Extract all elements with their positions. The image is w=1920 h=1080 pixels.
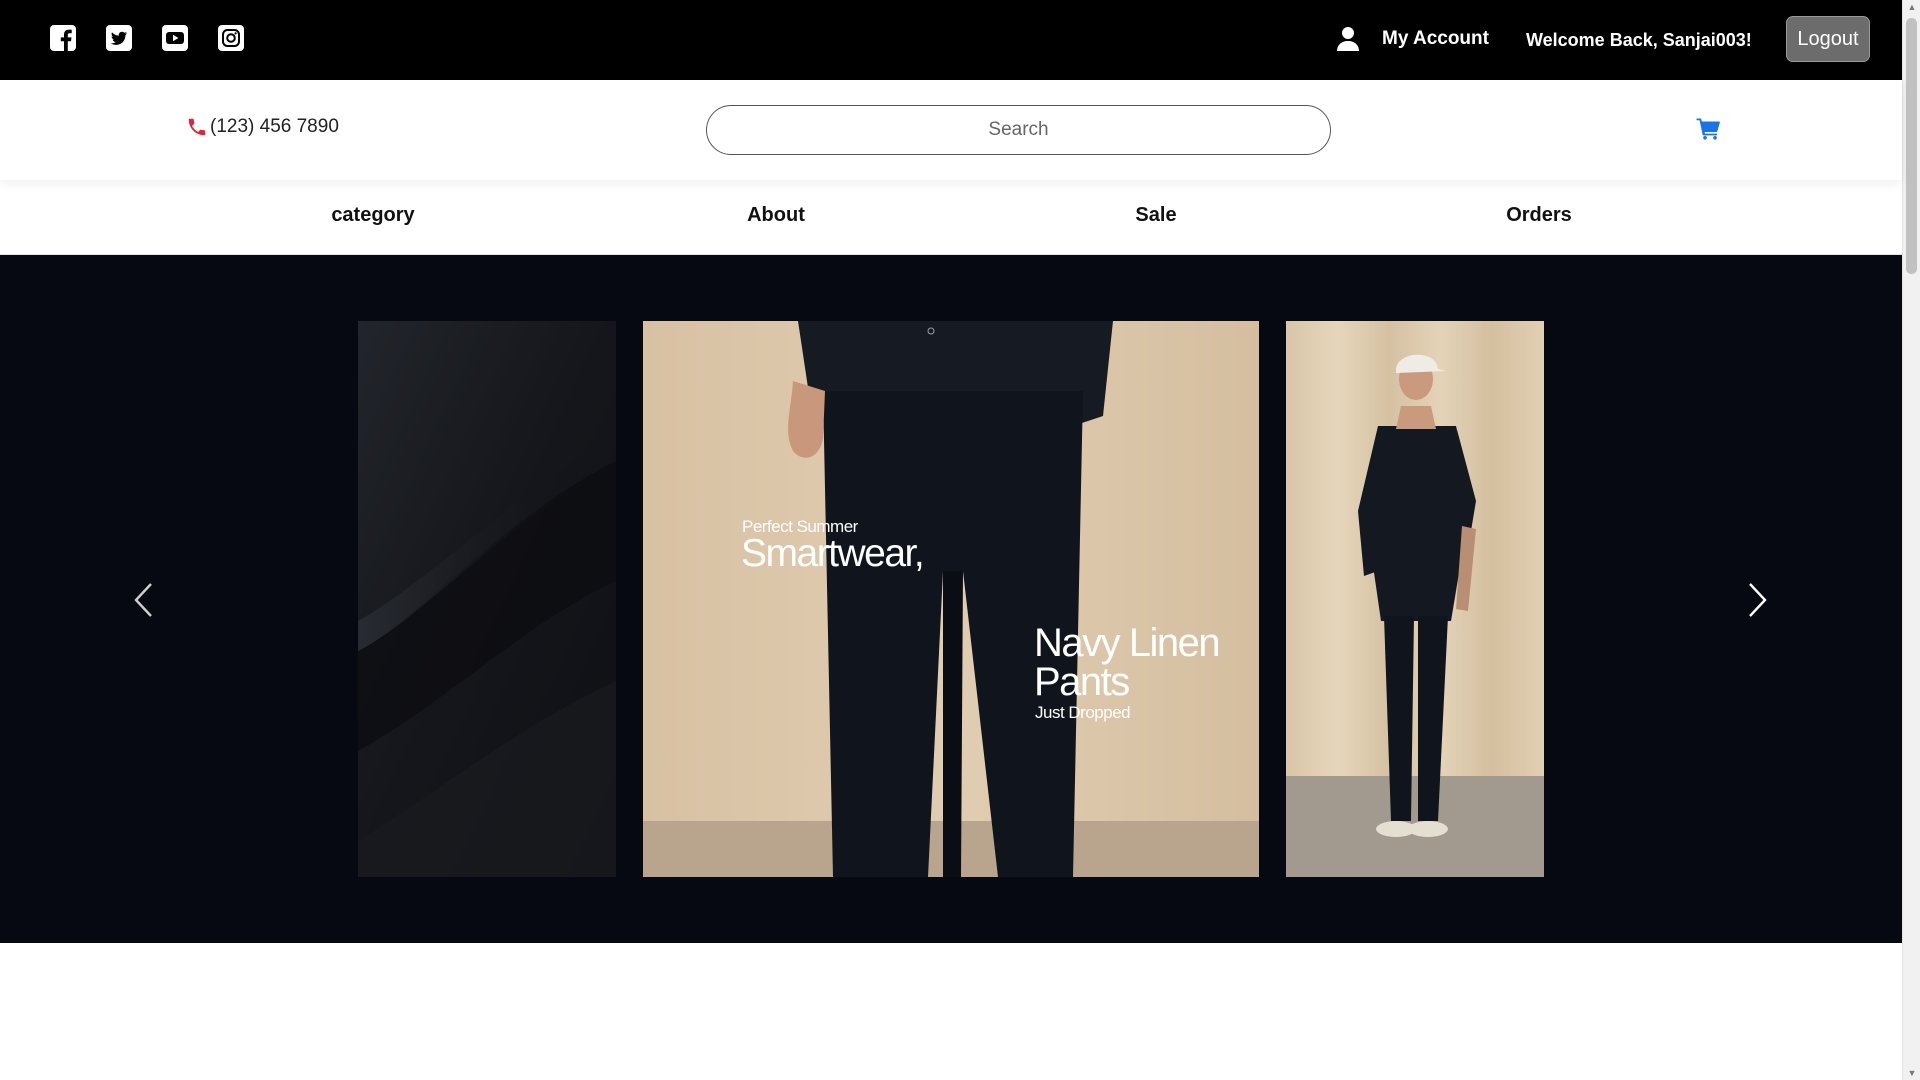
scrollbar-thumb[interactable] (1906, 18, 1917, 274)
user-icon (1336, 26, 1360, 52)
page: My Account Welcome Back, Sanjai003! Logo… (0, 0, 1902, 1080)
nav-item-sale[interactable]: Sale (1135, 204, 1176, 227)
facebook-icon[interactable] (49, 24, 77, 52)
header-bar: (123) 456 7890 (0, 80, 1902, 180)
slide-caption-line3: Navy Linen (1034, 621, 1221, 665)
nav-item-category[interactable]: category (331, 204, 414, 227)
twitter-icon[interactable] (105, 24, 133, 52)
nav-item-orders[interactable]: Orders (1506, 204, 1572, 227)
main-nav: category About Sale Orders (0, 180, 1902, 255)
scroll-down-icon[interactable]: ▼ (1907, 1068, 1917, 1078)
phone-contact: (123) 456 7890 (186, 116, 339, 138)
chevron-right-icon[interactable] (1746, 580, 1770, 620)
slide-caption-line4: Pants (1034, 660, 1130, 704)
top-bar: My Account Welcome Back, Sanjai003! Logo… (0, 0, 1902, 80)
content-area (0, 943, 1902, 1080)
phone-number: (123) 456 7890 (210, 116, 339, 137)
carousel-slide-main[interactable]: Perfect Summer Smartwear, Navy Linen Pan… (643, 321, 1259, 877)
my-account-link[interactable]: My Account (1336, 26, 1489, 52)
nav-item-about[interactable]: About (747, 204, 805, 227)
instagram-icon[interactable] (217, 24, 245, 52)
slide-caption-line5: Just Dropped (1035, 703, 1131, 722)
scroll-up-icon[interactable]: ▲ (1907, 2, 1917, 12)
hero-carousel: Perfect Summer Smartwear, Navy Linen Pan… (0, 255, 1902, 943)
carousel-slide-model[interactable] (1286, 321, 1544, 877)
youtube-icon[interactable] (161, 24, 189, 52)
phone-icon (186, 116, 208, 138)
logout-button[interactable]: Logout (1786, 16, 1870, 62)
welcome-message: Welcome Back, Sanjai003! (1526, 30, 1752, 50)
my-account-label: My Account (1382, 28, 1489, 49)
carousel-slide-fabric[interactable] (358, 321, 616, 877)
page-scrollbar[interactable]: ▲ ▼ (1902, 0, 1920, 1080)
cart-icon[interactable] (1696, 118, 1720, 140)
slide-caption-line2: Smartwear, (741, 532, 925, 575)
search-input[interactable] (706, 105, 1331, 155)
chevron-left-icon[interactable] (131, 580, 155, 620)
